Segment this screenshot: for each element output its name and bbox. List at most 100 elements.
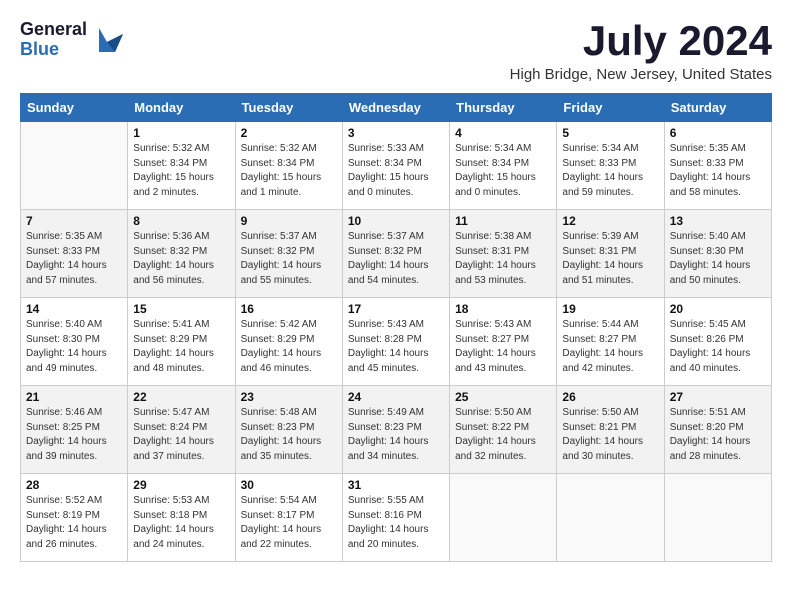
- logo: General Blue: [20, 20, 123, 60]
- calendar-cell: 30Sunrise: 5:54 AM Sunset: 8:17 PM Dayli…: [235, 474, 342, 562]
- week-row-3: 14 Sunrise: 5:40 AM Sunset: 8:30 PM Dayli…: [21, 298, 772, 386]
- day-info: Sunrise: 5:54 AM Sunset: 8:17 PM Dayligh…: [241, 494, 337, 552]
- calendar-cell: 21 Sunrise: 5:46 AM Sunset: 8:25 PM Dayli…: [21, 386, 128, 474]
- day-info: Sunrise: 5:50 AM Sunset: 8:21 PM Dayligh…: [562, 406, 658, 464]
- logo-general: General: [20, 20, 87, 40]
- calendar-cell: [21, 122, 128, 210]
- day-info: Sunrise: 5:43 AM Sunset: 8:27 PM Dayligh…: [455, 318, 551, 376]
- day-number: 7: [26, 214, 122, 228]
- calendar-cell: 15 Sunrise: 5:41 AM Sunset: 8:29 PM Dayli…: [128, 298, 235, 386]
- location: High Bridge, New Jersey, United States: [510, 66, 772, 83]
- day-number: 31: [348, 478, 444, 492]
- day-info: Sunrise: 5:35 AM Sunset: 8:33 PM Dayligh…: [26, 230, 122, 288]
- day-info: Sunrise: 5:41 AM Sunset: 8:29 PM Dayligh…: [133, 318, 229, 376]
- calendar-cell: [450, 474, 557, 562]
- day-number: 24: [348, 390, 444, 404]
- calendar-cell: 27 Sunrise: 5:51 AM Sunset: 8:20 PM Dayli…: [664, 386, 771, 474]
- day-info: Sunrise: 5:37 AM Sunset: 8:32 PM Dayligh…: [241, 230, 337, 288]
- calendar-cell: 28Sunrise: 5:52 AM Sunset: 8:19 PM Dayli…: [21, 474, 128, 562]
- day-info: Sunrise: 5:37 AM Sunset: 8:32 PM Dayligh…: [348, 230, 444, 288]
- day-info: Sunrise: 5:45 AM Sunset: 8:26 PM Dayligh…: [670, 318, 766, 376]
- day-number: 15: [133, 302, 229, 316]
- week-row-4: 21 Sunrise: 5:46 AM Sunset: 8:25 PM Dayli…: [21, 386, 772, 474]
- day-info: Sunrise: 5:48 AM Sunset: 8:23 PM Dayligh…: [241, 406, 337, 464]
- day-info: Sunrise: 5:53 AM Sunset: 8:18 PM Dayligh…: [133, 494, 229, 552]
- header-cell-sunday: Sunday: [21, 94, 128, 122]
- calendar-cell: 22 Sunrise: 5:47 AM Sunset: 8:24 PM Dayli…: [128, 386, 235, 474]
- day-info: Sunrise: 5:38 AM Sunset: 8:31 PM Dayligh…: [455, 230, 551, 288]
- calendar-cell: 29 Sunrise: 5:53 AM Sunset: 8:18 PM Dayli…: [128, 474, 235, 562]
- day-number: 17: [348, 302, 444, 316]
- calendar-cell: 18 Sunrise: 5:43 AM Sunset: 8:27 PM Dayli…: [450, 298, 557, 386]
- header-cell-tuesday: Tuesday: [235, 94, 342, 122]
- day-info: Sunrise: 5:32 AM Sunset: 8:34 PM Dayligh…: [241, 142, 337, 200]
- day-info: Sunrise: 5:33 AM Sunset: 8:34 PM Dayligh…: [348, 142, 444, 200]
- calendar-cell: 9Sunrise: 5:37 AM Sunset: 8:32 PM Daylig…: [235, 210, 342, 298]
- day-info: Sunrise: 5:36 AM Sunset: 8:32 PM Dayligh…: [133, 230, 229, 288]
- day-number: 6: [670, 126, 766, 140]
- calendar-cell: 13Sunrise: 5:40 AM Sunset: 8:30 PM Dayli…: [664, 210, 771, 298]
- day-number: 27: [670, 390, 766, 404]
- calendar-cell: 20Sunrise: 5:45 AM Sunset: 8:26 PM Dayli…: [664, 298, 771, 386]
- calendar-cell: 2 Sunrise: 5:32 AM Sunset: 8:34 PM Daylig…: [235, 122, 342, 210]
- header-cell-friday: Friday: [557, 94, 664, 122]
- day-info: Sunrise: 5:35 AM Sunset: 8:33 PM Dayligh…: [670, 142, 766, 200]
- calendar-cell: 10 Sunrise: 5:37 AM Sunset: 8:32 PM Dayli…: [342, 210, 449, 298]
- calendar-cell: 7 Sunrise: 5:35 AM Sunset: 8:33 PM Daylig…: [21, 210, 128, 298]
- day-number: 10: [348, 214, 444, 228]
- calendar-cell: 8 Sunrise: 5:36 AM Sunset: 8:32 PM Daylig…: [128, 210, 235, 298]
- day-info: Sunrise: 5:49 AM Sunset: 8:23 PM Dayligh…: [348, 406, 444, 464]
- calendar-cell: 25Sunrise: 5:50 AM Sunset: 8:22 PM Dayli…: [450, 386, 557, 474]
- day-number: 1: [133, 126, 229, 140]
- day-info: Sunrise: 5:46 AM Sunset: 8:25 PM Dayligh…: [26, 406, 122, 464]
- calendar-cell: 14 Sunrise: 5:40 AM Sunset: 8:30 PM Dayli…: [21, 298, 128, 386]
- month-title: July 2024: [510, 20, 772, 62]
- calendar-cell: [557, 474, 664, 562]
- title-block: July 2024 High Bridge, New Jersey, Unite…: [510, 20, 772, 83]
- logo-icon: [91, 24, 123, 56]
- day-number: 19: [562, 302, 658, 316]
- calendar-cell: 5 Sunrise: 5:34 AM Sunset: 8:33 PM Daylig…: [557, 122, 664, 210]
- day-info: Sunrise: 5:47 AM Sunset: 8:24 PM Dayligh…: [133, 406, 229, 464]
- day-number: 18: [455, 302, 551, 316]
- day-number: 8: [133, 214, 229, 228]
- logo-text: General Blue: [20, 20, 87, 60]
- header-cell-saturday: Saturday: [664, 94, 771, 122]
- week-row-1: 1 Sunrise: 5:32 AM Sunset: 8:34 PM Daylig…: [21, 122, 772, 210]
- day-number: 21: [26, 390, 122, 404]
- day-info: Sunrise: 5:39 AM Sunset: 8:31 PM Dayligh…: [562, 230, 658, 288]
- header-cell-wednesday: Wednesday: [342, 94, 449, 122]
- calendar-cell: 3Sunrise: 5:33 AM Sunset: 8:34 PM Daylig…: [342, 122, 449, 210]
- page-header: General Blue July 2024 High Bridge, New …: [20, 20, 772, 83]
- day-number: 22: [133, 390, 229, 404]
- week-row-2: 7 Sunrise: 5:35 AM Sunset: 8:33 PM Daylig…: [21, 210, 772, 298]
- header-cell-thursday: Thursday: [450, 94, 557, 122]
- calendar-cell: 26 Sunrise: 5:50 AM Sunset: 8:21 PM Dayli…: [557, 386, 664, 474]
- header-cell-monday: Monday: [128, 94, 235, 122]
- calendar-cell: 23Sunrise: 5:48 AM Sunset: 8:23 PM Dayli…: [235, 386, 342, 474]
- day-info: Sunrise: 5:34 AM Sunset: 8:34 PM Dayligh…: [455, 142, 551, 200]
- day-info: Sunrise: 5:44 AM Sunset: 8:27 PM Dayligh…: [562, 318, 658, 376]
- day-info: Sunrise: 5:55 AM Sunset: 8:16 PM Dayligh…: [348, 494, 444, 552]
- day-number: 5: [562, 126, 658, 140]
- calendar-cell: 12Sunrise: 5:39 AM Sunset: 8:31 PM Dayli…: [557, 210, 664, 298]
- day-number: 16: [241, 302, 337, 316]
- day-number: 11: [455, 214, 551, 228]
- day-number: 2: [241, 126, 337, 140]
- day-number: 4: [455, 126, 551, 140]
- logo-blue: Blue: [20, 40, 87, 60]
- day-info: Sunrise: 5:51 AM Sunset: 8:20 PM Dayligh…: [670, 406, 766, 464]
- calendar-cell: 16Sunrise: 5:42 AM Sunset: 8:29 PM Dayli…: [235, 298, 342, 386]
- calendar-cell: 4 Sunrise: 5:34 AM Sunset: 8:34 PM Daylig…: [450, 122, 557, 210]
- day-number: 28: [26, 478, 122, 492]
- day-info: Sunrise: 5:32 AM Sunset: 8:34 PM Dayligh…: [133, 142, 229, 200]
- day-number: 14: [26, 302, 122, 316]
- calendar-cell: 6 Sunrise: 5:35 AM Sunset: 8:33 PM Daylig…: [664, 122, 771, 210]
- day-number: 26: [562, 390, 658, 404]
- day-info: Sunrise: 5:43 AM Sunset: 8:28 PM Dayligh…: [348, 318, 444, 376]
- day-number: 13: [670, 214, 766, 228]
- day-info: Sunrise: 5:34 AM Sunset: 8:33 PM Dayligh…: [562, 142, 658, 200]
- calendar-cell: 11 Sunrise: 5:38 AM Sunset: 8:31 PM Dayli…: [450, 210, 557, 298]
- day-number: 29: [133, 478, 229, 492]
- day-info: Sunrise: 5:40 AM Sunset: 8:30 PM Dayligh…: [26, 318, 122, 376]
